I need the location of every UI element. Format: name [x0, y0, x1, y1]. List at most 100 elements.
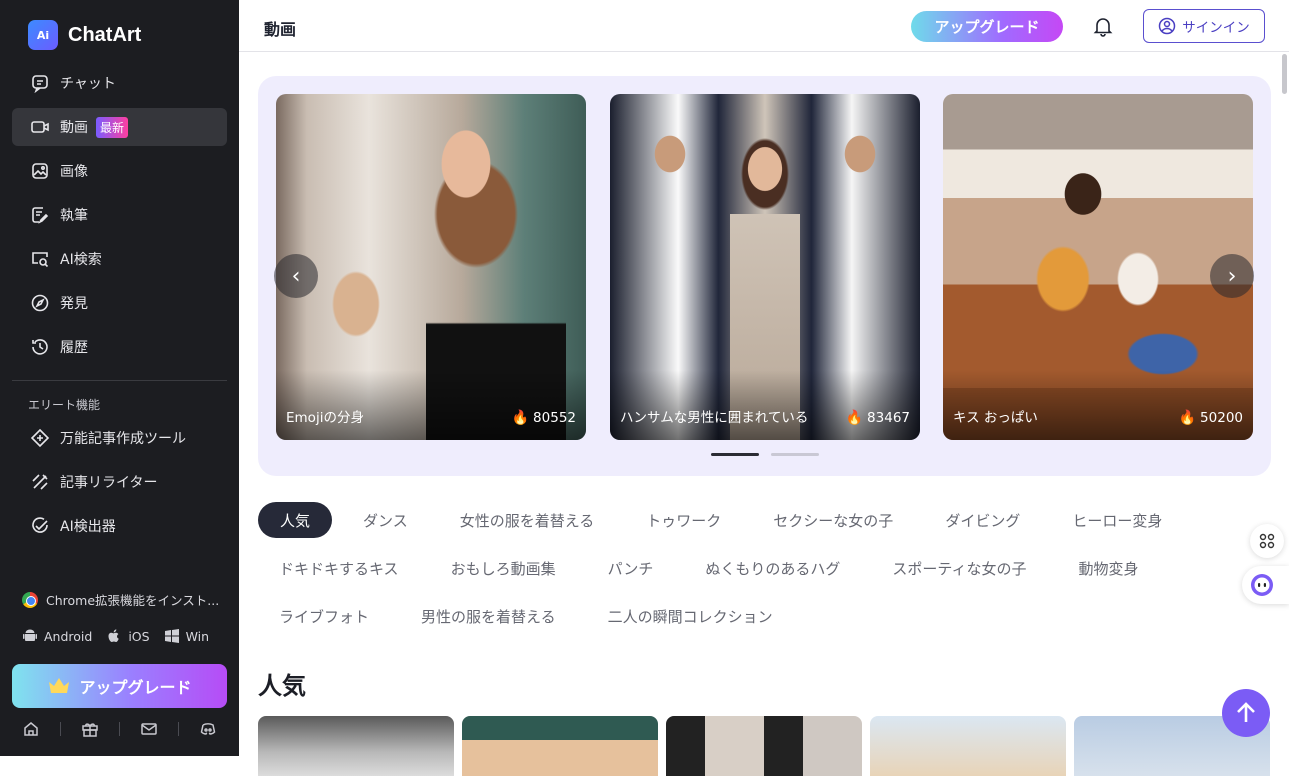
assistant-float-button[interactable]: [1242, 566, 1289, 604]
chrome-icon: [22, 591, 38, 608]
video-thumbnail[interactable]: [258, 716, 454, 776]
carousel-card[interactable]: ハンサムな男性に囲まれている 🔥 83467: [610, 94, 920, 440]
tag-row: ライブフォト 男性の服を着替える 二人の瞬間コレクション: [258, 598, 1258, 634]
chat-icon: [32, 75, 48, 93]
carousel-card[interactable]: Emojiの分身 🔥 80552: [276, 94, 586, 440]
card-title: キス おっぱい: [953, 410, 1038, 426]
tag-funny[interactable]: おもしろ動画集: [430, 550, 577, 586]
bell-icon[interactable]: [1092, 15, 1114, 37]
carousel-prev-button[interactable]: ‹: [274, 254, 318, 298]
chevron-right-icon: ›: [1227, 263, 1237, 289]
tag-female-outfit[interactable]: 女性の服を着替える: [439, 502, 616, 538]
ios-link[interactable]: iOS: [106, 628, 150, 644]
sidebar-item-video[interactable]: 動画 最新: [12, 108, 227, 146]
chrome-extension-link[interactable]: Chrome拡張機能をインスト...: [22, 590, 219, 609]
page-title: 動画: [264, 20, 297, 39]
footer-separator: [178, 722, 179, 736]
tag-hug[interactable]: ぬくもりのあるハグ: [684, 550, 861, 586]
gift-icon[interactable]: [81, 720, 99, 738]
video-thumbnail[interactable]: [666, 716, 862, 776]
sidebar-item-label: 動画: [60, 120, 88, 136]
sidebar-item-label: 発見: [60, 296, 88, 312]
new-badge: 最新: [96, 116, 129, 138]
tag-sexy-girl[interactable]: セクシーな女の子: [752, 502, 914, 538]
carousel-pagination: [711, 453, 819, 456]
mail-icon[interactable]: [140, 720, 158, 738]
tag-animal-transform[interactable]: 動物変身: [1057, 550, 1159, 586]
android-label: Android: [44, 628, 93, 644]
logo[interactable]: Ai ChatArt: [28, 20, 141, 50]
sidebar-divider: [12, 380, 227, 381]
carousel-dot-active[interactable]: [711, 453, 759, 456]
elite-nav: 万能記事作成ツール 記事リライター AI検出器: [12, 419, 227, 551]
write-icon: [32, 207, 49, 224]
card-play-count: 🔥 50200: [1179, 410, 1243, 426]
video-grid: [258, 716, 1271, 776]
scrollbar[interactable]: [1282, 54, 1287, 94]
bot-icon: [1251, 574, 1273, 596]
sidebar-item-image[interactable]: 画像: [12, 152, 227, 190]
apps-float-button[interactable]: [1250, 524, 1284, 558]
video-thumbnail[interactable]: [462, 716, 658, 776]
main-nav: チャット 動画 最新 画像 執筆 AI検索 発見 履歴: [12, 64, 227, 372]
card-gradient: [943, 370, 1253, 440]
tag-sporty-girl[interactable]: スポーティな女の子: [871, 550, 1047, 586]
category-tags: 人気 ダンス 女性の服を着替える トゥワーク セクシーな女の子 ダイビング ヒー…: [258, 502, 1258, 646]
footer-separator: [60, 722, 61, 736]
card-play-count: 🔥 80552: [512, 410, 576, 426]
sidebar-item-rewriter[interactable]: 記事リライター: [12, 463, 227, 501]
sidebar-item-ai-search[interactable]: AI検索: [12, 240, 227, 278]
carousel-card[interactable]: キス おっぱい 🔥 50200: [943, 94, 1253, 440]
tag-hero-transform[interactable]: ヒーロー変身: [1051, 502, 1183, 538]
fire-icon: 🔥: [511, 410, 530, 426]
video-thumbnail[interactable]: [870, 716, 1066, 776]
sidebar-item-chat[interactable]: チャット: [12, 64, 227, 102]
detector-icon: [32, 517, 48, 533]
sidebar-item-history[interactable]: 履歴: [12, 328, 227, 366]
tag-kiss[interactable]: ドキドキするキス: [258, 550, 420, 586]
sidebar-item-ai-detector[interactable]: AI検出器: [12, 507, 227, 545]
crown-icon: [49, 678, 70, 693]
tag-row: 人気 ダンス 女性の服を着替える トゥワーク セクシーな女の子 ダイビング ヒー…: [258, 502, 1258, 538]
sidebar-item-label: AI検索: [60, 252, 102, 268]
sidebar-footer-icons: [12, 716, 227, 742]
scroll-to-top-button[interactable]: [1222, 689, 1270, 737]
sidebar-upgrade-button[interactable]: アップグレード: [12, 664, 227, 708]
fire-icon: 🔥: [1178, 410, 1197, 426]
sidebar-item-discover[interactable]: 発見: [12, 284, 227, 322]
tag-popular[interactable]: 人気: [258, 502, 333, 538]
carousel-next-button[interactable]: ›: [1210, 254, 1254, 298]
discord-icon[interactable]: [199, 720, 217, 738]
header-upgrade-button[interactable]: アップグレード: [911, 11, 1063, 42]
compass-icon: [31, 294, 49, 312]
tag-twerk[interactable]: トゥワーク: [625, 502, 742, 538]
tag-male-outfit[interactable]: 男性の服を着替える: [400, 598, 577, 634]
windows-label: Win: [185, 628, 210, 644]
chrome-extension-label: Chrome拡張機能をインスト...: [46, 593, 220, 608]
footer-separator: [119, 722, 120, 736]
tag-punch[interactable]: パンチ: [587, 550, 675, 586]
sidebar-upgrade-label: アップグレード: [79, 678, 192, 697]
tag-couple-moments[interactable]: 二人の瞬間コレクション: [587, 598, 794, 634]
signin-label: サインイン: [1182, 20, 1250, 36]
logo-icon: Ai: [28, 20, 58, 50]
signin-button[interactable]: サインイン: [1143, 9, 1265, 43]
home-icon[interactable]: [22, 720, 40, 738]
history-icon: [32, 339, 48, 355]
card-play-count: 🔥 83467: [846, 410, 910, 426]
sidebar-item-write[interactable]: 執筆: [12, 196, 227, 234]
tag-live-photo[interactable]: ライブフォト: [258, 598, 390, 634]
tag-dance[interactable]: ダンス: [342, 502, 429, 538]
android-link[interactable]: Android: [22, 628, 92, 644]
card-gradient: [276, 370, 586, 440]
carousel-dot[interactable]: [771, 453, 819, 456]
sidebar-item-label: 画像: [60, 164, 88, 180]
sidebar-item-article-writer[interactable]: 万能記事作成ツール: [12, 419, 227, 457]
windows-link[interactable]: Win: [164, 628, 209, 644]
ios-label: iOS: [128, 628, 150, 644]
video-icon: [31, 121, 49, 133]
tag-diving[interactable]: ダイビング: [924, 502, 1041, 538]
platform-links: Android iOS Win: [22, 628, 209, 644]
section-title: 人気: [258, 672, 306, 700]
fire-icon: 🔥: [845, 410, 864, 426]
